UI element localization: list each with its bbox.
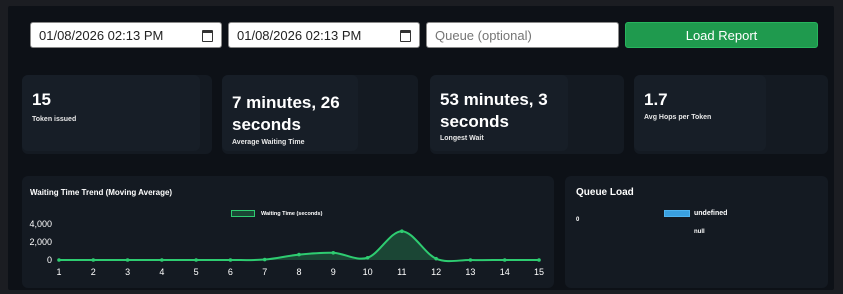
- queue-input[interactable]: [426, 22, 619, 48]
- trend-x-tick-label: 7: [262, 267, 267, 277]
- stat-value: 15: [32, 90, 51, 109]
- stat-value: 1.7: [644, 90, 668, 109]
- stat-card-average-waiting-time: 7 minutes, 26 seconds Average Waiting Ti…: [222, 75, 418, 154]
- calendar-icon[interactable]: [202, 30, 213, 42]
- trend-x-tick-label: 2: [91, 267, 96, 277]
- stat-value-line: seconds: [232, 115, 301, 134]
- end-date-input[interactable]: 01/08/2026 02:13 PM: [228, 22, 420, 48]
- trend-chart: 4,0002,00001 2 3 4 5 6 7 8 9 10 11 12 13 14 15: [29, 219, 544, 277]
- queue-legend-swatch[interactable]: [664, 210, 690, 217]
- trend-data-point: [262, 257, 267, 262]
- trend-x-tick-label: 12: [431, 267, 441, 277]
- trend-data-point: [160, 258, 164, 262]
- trend-x-tick-label: 11: [397, 267, 406, 277]
- trend-data-point: [434, 256, 438, 261]
- trend-x-tick-label: 4: [159, 267, 164, 277]
- trend-data-point: [297, 252, 301, 257]
- stat-value-line: 53 minutes, 3: [440, 90, 548, 109]
- load-report-button[interactable]: Load Report: [625, 22, 818, 48]
- trend-x-tick-label: 8: [296, 267, 301, 277]
- trend-area-fill: [59, 231, 539, 262]
- stat-card-body: [22, 75, 200, 151]
- stat-value-line: 7 minutes, 26: [232, 93, 340, 112]
- trend-x-tick-label: 5: [194, 267, 199, 277]
- queue-load-title: Queue Load: [576, 187, 634, 198]
- trend-x-tick-label: 6: [228, 267, 233, 277]
- stat-card-longest-wait: 53 minutes, 3 seconds Longest Wait: [430, 75, 624, 154]
- stat-label: Avg Hops per Token: [644, 114, 712, 121]
- trend-x-tick-label: 10: [363, 267, 373, 277]
- stat-value: 53 minutes, 3 seconds: [440, 89, 548, 133]
- stat-card-tokens-issued: 15 Token issued: [22, 75, 212, 154]
- filter-bar: 01/08/2026 02:13 PM 01/08/2026 02:13 PM …: [22, 18, 822, 54]
- trend-x-tick-label: 13: [465, 267, 475, 277]
- trend-data-point: [57, 258, 61, 262]
- end-date-value: 01/08/2026 02:13 PM: [237, 27, 362, 43]
- stat-value: 7 minutes, 26 seconds: [232, 92, 340, 136]
- stat-label: Longest Wait: [440, 135, 484, 142]
- waiting-time-trend-panel: Waiting Time Trend (Moving Average) Wait…: [22, 176, 554, 288]
- trend-data-point: [194, 258, 198, 262]
- trend-data-point: [91, 258, 96, 262]
- queue-legend-label: undefined: [694, 210, 728, 217]
- stat-value-line: seconds: [440, 112, 509, 131]
- trend-x-tick-label: 1: [56, 267, 61, 277]
- stat-label: Token issued: [32, 116, 77, 123]
- trend-data-point: [537, 258, 541, 262]
- queue-category-label: null: [694, 229, 705, 235]
- stat-card-body: [634, 75, 766, 151]
- start-date-input[interactable]: 01/08/2026 02:13 PM: [30, 22, 222, 48]
- trend-data-point: [228, 258, 233, 262]
- trend-data-point: [502, 258, 507, 262]
- trend-data-point: [400, 229, 404, 233]
- queue-load-panel: Queue Load undefined 0 null: [565, 176, 828, 288]
- trend-y-tick-label: 4,000: [29, 219, 52, 229]
- stat-card-avg-hops: 1.7 Avg Hops per Token: [634, 75, 828, 154]
- trend-data-point: [125, 258, 130, 262]
- stat-label: Average Waiting Time: [232, 139, 305, 146]
- trend-x-tick-label: 9: [331, 267, 336, 277]
- trend-y-tick-label: 2,000: [29, 237, 52, 247]
- queue-axis-tick: 0: [576, 217, 580, 223]
- trend-data-point: [365, 255, 370, 260]
- trend-data-point: [468, 258, 473, 262]
- trend-y-tick-label: 0: [47, 255, 52, 265]
- trend-x-tick-label: 15: [534, 267, 544, 277]
- trend-x-tick-label: 14: [500, 267, 510, 277]
- trend-x-tick-label: 3: [125, 267, 130, 277]
- calendar-icon[interactable]: [400, 30, 411, 42]
- trend-data-point: [331, 251, 336, 255]
- start-date-value: 01/08/2026 02:13 PM: [39, 27, 164, 43]
